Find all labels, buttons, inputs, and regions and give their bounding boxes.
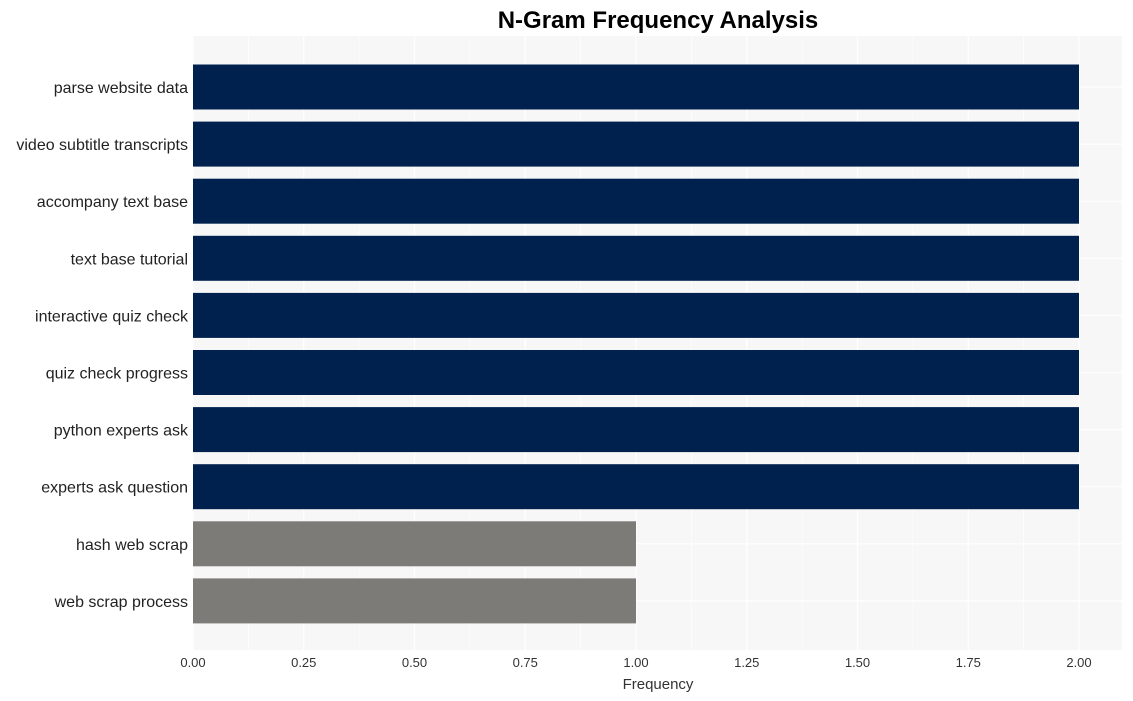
x-axis-label: Frequency bbox=[623, 676, 694, 693]
bar-accompany-text-base bbox=[193, 178, 1079, 224]
y-tick-label: accompany text base bbox=[37, 194, 188, 211]
y-axis-labels: parse website data video subtitle transcr… bbox=[16, 80, 189, 611]
bar-interactive-quiz-check bbox=[193, 292, 1079, 338]
bar-python-experts-ask bbox=[193, 407, 1079, 453]
y-tick-label: web scrap process bbox=[54, 594, 188, 611]
x-tick-label: 1.00 bbox=[623, 655, 648, 670]
x-axis-ticks: 0.00 0.25 0.50 0.75 1.00 1.25 1.50 1.75 2.00 bbox=[180, 655, 1091, 670]
y-tick-label: quiz check progress bbox=[46, 366, 188, 383]
y-tick-label: experts ask question bbox=[41, 480, 188, 497]
x-tick-label: 1.75 bbox=[956, 655, 981, 670]
y-tick-label: parse website data bbox=[54, 80, 188, 97]
bar-video-subtitle-transcripts bbox=[193, 121, 1079, 167]
y-tick-label: text base tutorial bbox=[71, 251, 188, 268]
x-tick-label: 0.25 bbox=[291, 655, 316, 670]
y-tick-label: video subtitle transcripts bbox=[16, 137, 188, 154]
x-tick-label: 0.50 bbox=[402, 655, 427, 670]
x-tick-label: 1.50 bbox=[845, 655, 870, 670]
bar-hash-web-scrap bbox=[193, 521, 636, 567]
y-tick-label: hash web scrap bbox=[76, 537, 188, 554]
bar-text-base-tutorial bbox=[193, 235, 1079, 281]
y-tick-label: python experts ask bbox=[54, 423, 189, 440]
ngram-bar-chart: parse website data video subtitle transcr… bbox=[16, 7, 1122, 693]
y-tick-label: interactive quiz check bbox=[35, 308, 189, 325]
x-tick-label: 0.00 bbox=[180, 655, 205, 670]
x-tick-label: 1.25 bbox=[734, 655, 759, 670]
x-tick-label: 2.00 bbox=[1066, 655, 1091, 670]
bar-experts-ask-question bbox=[193, 464, 1079, 510]
bar-web-scrap-process bbox=[193, 578, 636, 624]
x-tick-label: 0.75 bbox=[513, 655, 538, 670]
chart-title: N-Gram Frequency Analysis bbox=[498, 7, 819, 34]
bar-quiz-check-progress bbox=[193, 350, 1079, 395]
bar-parse-website-data bbox=[193, 64, 1079, 110]
